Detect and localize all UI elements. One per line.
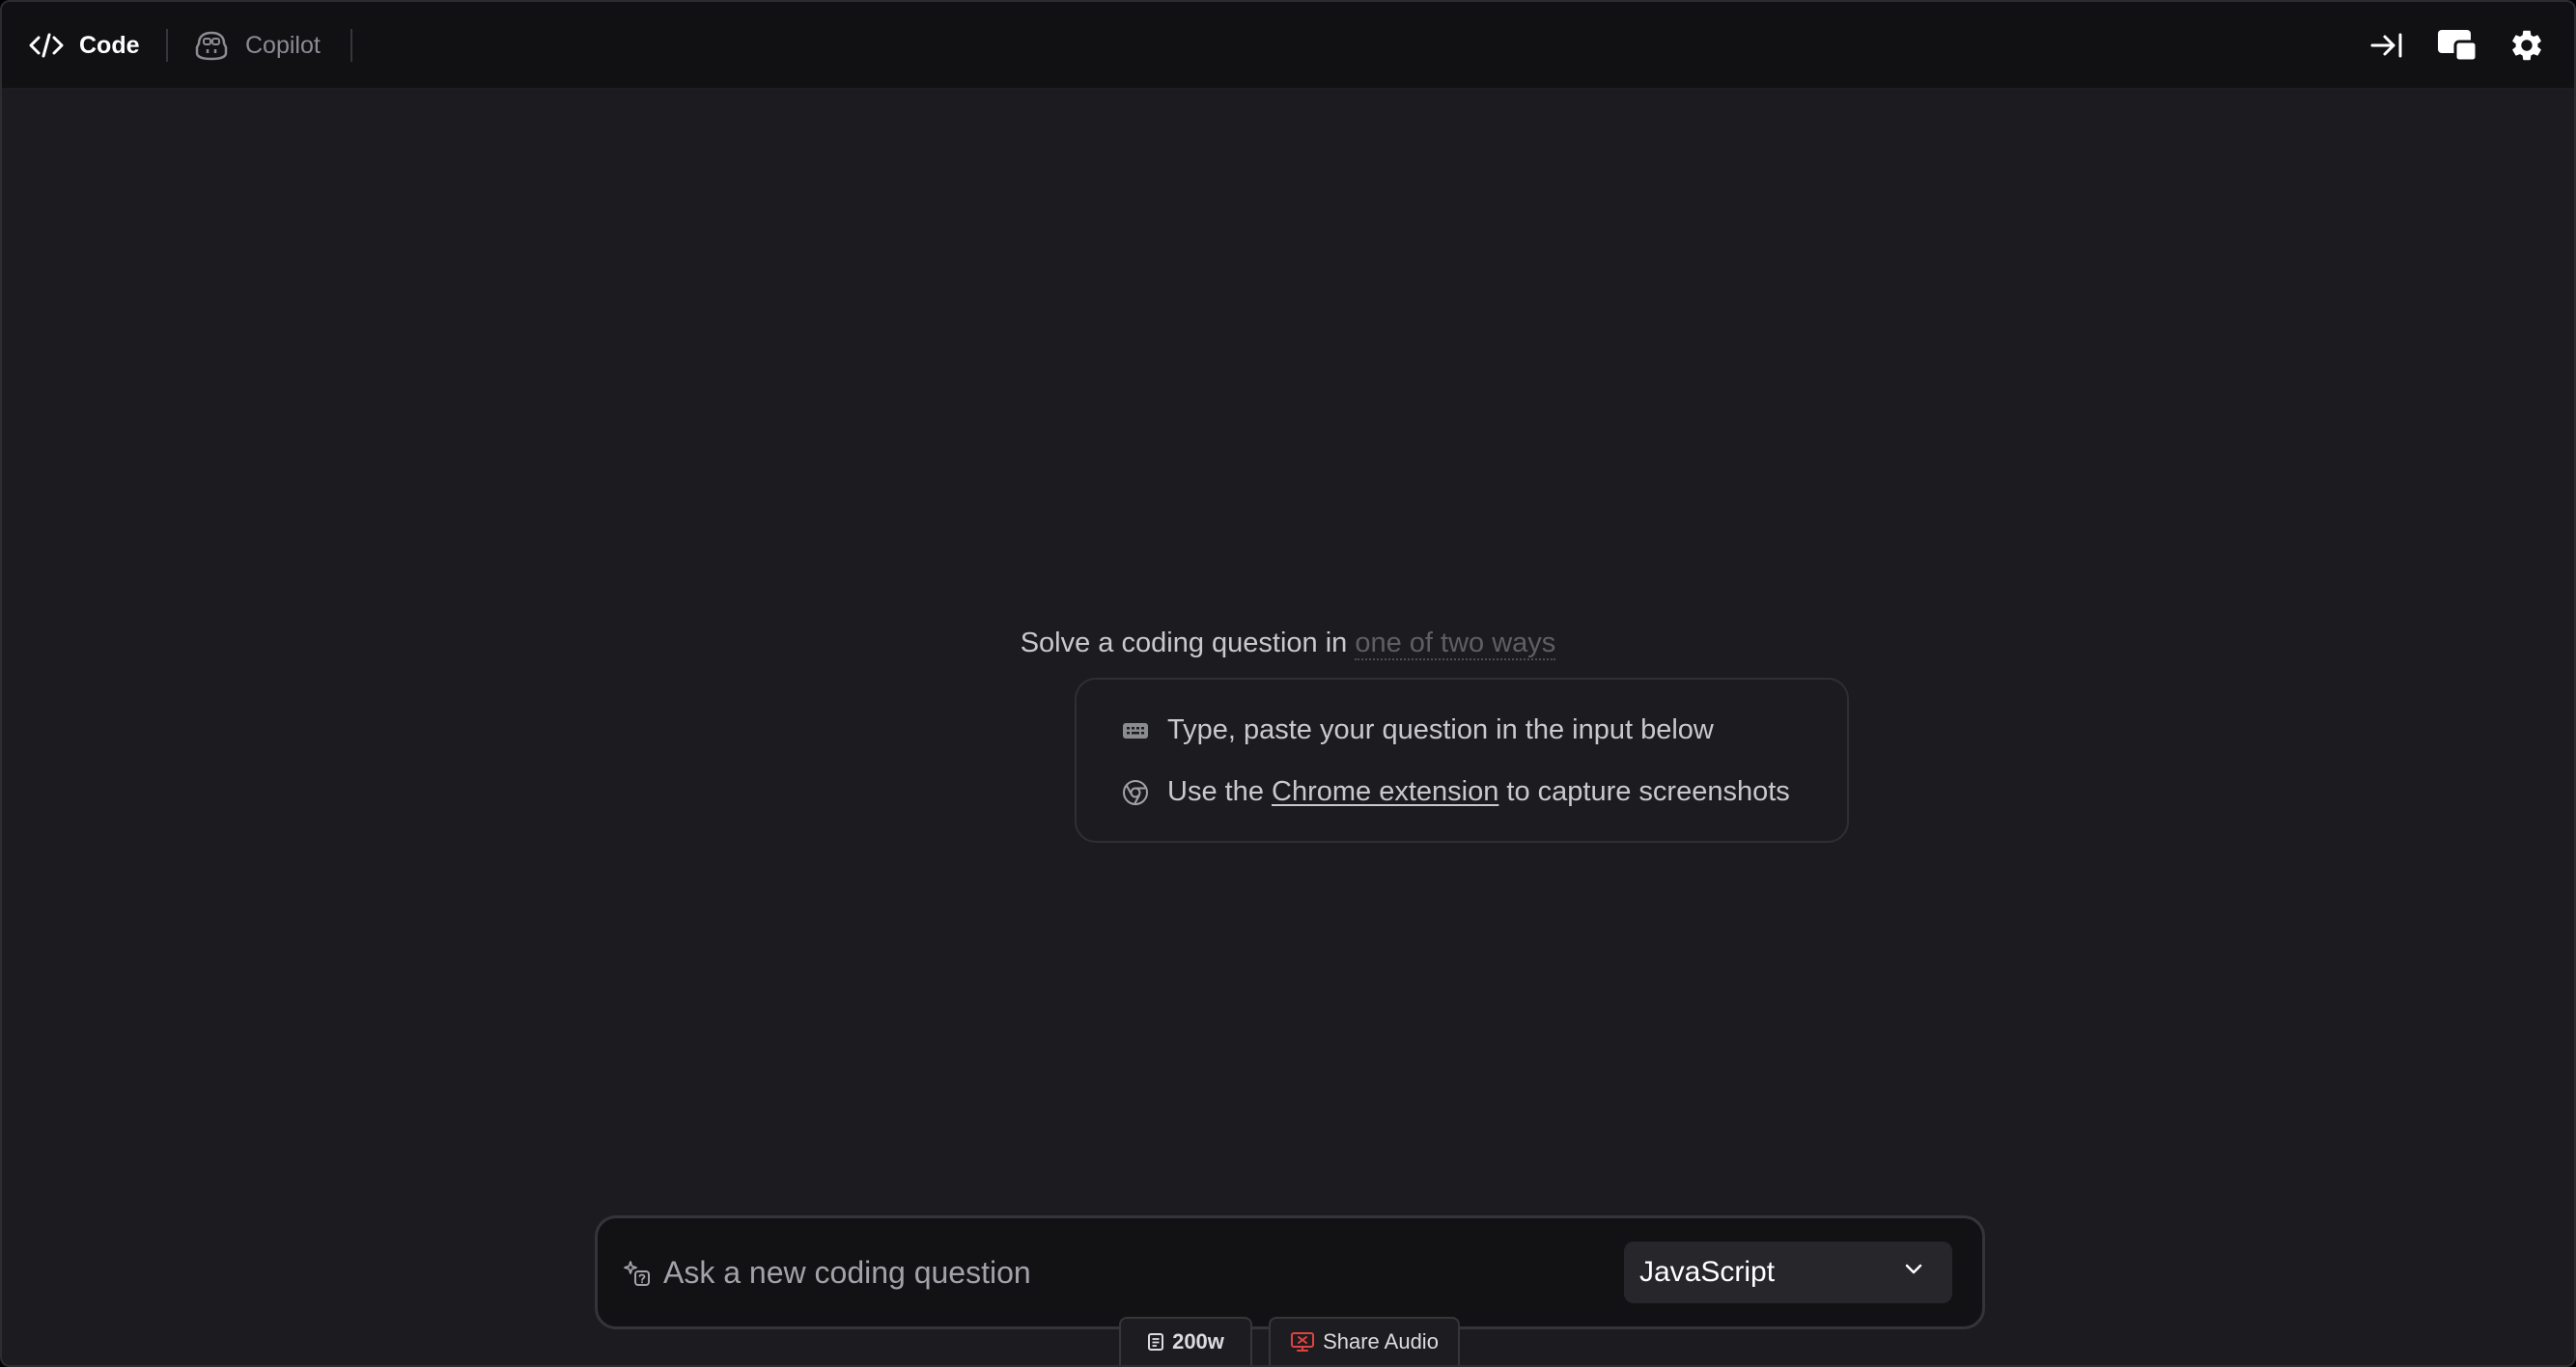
settings-button[interactable] xyxy=(2505,23,2549,68)
top-bar: Code Copilot xyxy=(2,2,2574,89)
code-icon xyxy=(29,33,64,58)
way-chrome-extension: Use the Chrome extension to capture scre… xyxy=(1121,776,1790,808)
tab-copilot-label: Copilot xyxy=(245,31,321,59)
ask-question-input[interactable] xyxy=(663,1245,1532,1299)
chrome-extension-link[interactable]: Chrome extension xyxy=(1272,776,1498,808)
screen-share-icon xyxy=(1291,1332,1315,1352)
app-window: Code Copilot Solve a coding question in … xyxy=(0,0,2576,1367)
language-select-value: JavaScript xyxy=(1639,1256,1776,1288)
collapse-right-button[interactable] xyxy=(2365,23,2409,68)
word-count-label: 200w xyxy=(1172,1329,1224,1353)
intro-lead: Solve a coding question in xyxy=(1020,628,1356,658)
ask-question-box: JavaScript xyxy=(595,1215,1985,1329)
tab-divider xyxy=(166,29,168,62)
chevron-down-icon xyxy=(1905,1264,1922,1274)
chrome-icon xyxy=(1121,778,1150,807)
intro-line: Solve a coding question in one of two wa… xyxy=(2,628,2574,660)
way-chrome-before: Use the xyxy=(1167,776,1272,807)
sparkle-question-icon xyxy=(624,1261,650,1286)
gear-icon xyxy=(2512,30,2541,61)
way-type-text: Type, paste your question in the input b… xyxy=(1167,714,1714,745)
two-ways-link[interactable]: one of two ways xyxy=(1355,628,1556,660)
document-icon xyxy=(1148,1333,1164,1351)
window-icon xyxy=(2438,30,2478,63)
share-audio-label: Share Audio xyxy=(1323,1329,1439,1353)
copilot-icon xyxy=(195,31,228,61)
share-audio-button[interactable]: Share Audio xyxy=(1269,1317,1460,1365)
tab-code[interactable]: Code xyxy=(29,2,140,89)
keyboard-icon xyxy=(1121,716,1150,745)
window-button[interactable] xyxy=(2435,23,2479,68)
collapse-right-icon xyxy=(2370,33,2402,58)
way-type-question: Type, paste your question in the input b… xyxy=(1121,714,1714,746)
tab-divider xyxy=(350,29,352,62)
language-select[interactable]: JavaScript xyxy=(1624,1241,1952,1303)
way-chrome-after: to capture screenshots xyxy=(1498,776,1790,807)
tab-code-label: Code xyxy=(79,31,140,59)
tab-copilot[interactable]: Copilot xyxy=(193,2,321,89)
word-count-chip[interactable]: 200w xyxy=(1119,1317,1252,1365)
ways-card: Type, paste your question in the input b… xyxy=(1075,678,1849,843)
